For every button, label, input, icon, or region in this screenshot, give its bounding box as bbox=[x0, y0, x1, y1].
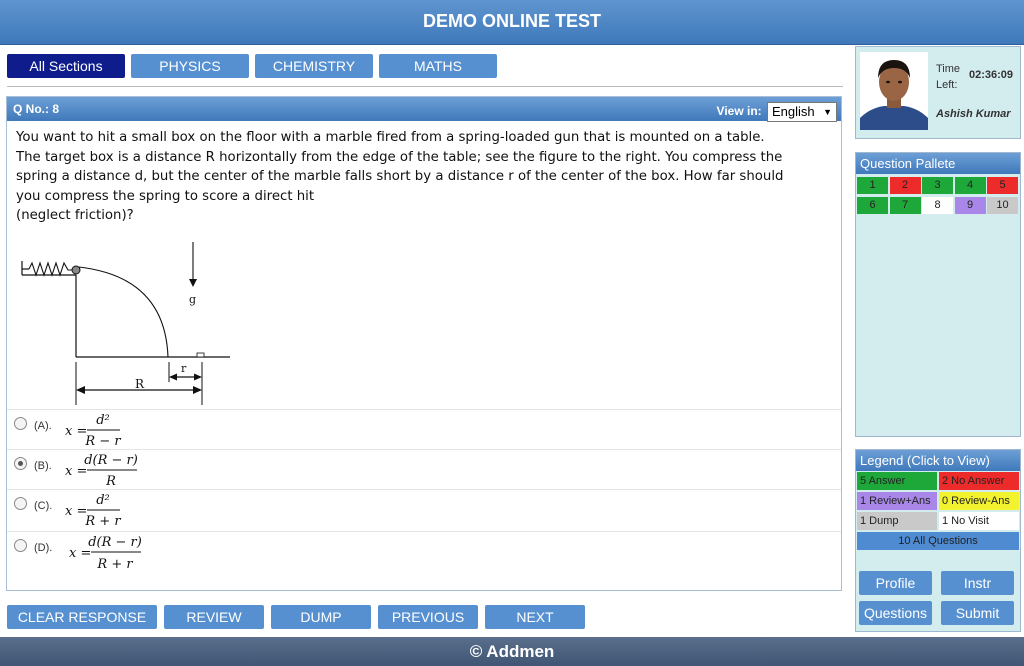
legend-panel: Legend (Click to View) 5 Answer 2 No Ans… bbox=[855, 449, 1021, 632]
tab-chemistry[interactable]: CHEMISTRY bbox=[255, 54, 373, 78]
palette-cell[interactable]: 1 bbox=[857, 177, 888, 194]
option-d-label: (D). bbox=[34, 542, 53, 554]
footer: © Addmen bbox=[0, 637, 1024, 666]
option-a-lhs: x = bbox=[65, 424, 87, 439]
palette-cell[interactable]: 8 bbox=[922, 197, 953, 214]
next-button[interactable]: NEXT bbox=[485, 605, 585, 629]
questions-button[interactable]: Questions bbox=[859, 601, 932, 625]
option-a-formula: x = d² R − r bbox=[65, 413, 121, 449]
palette-cell[interactable]: 2 bbox=[889, 177, 921, 194]
tab-divider bbox=[7, 86, 843, 87]
legend-review-ans[interactable]: 1 Review+Ans bbox=[857, 492, 937, 510]
instructions-button[interactable]: Instr bbox=[941, 571, 1014, 595]
option-c-radio[interactable] bbox=[14, 497, 27, 510]
palette-title: Question Pallete bbox=[856, 153, 1020, 174]
palette-cell[interactable]: 3 bbox=[922, 177, 953, 194]
figure-R-label: R bbox=[135, 377, 145, 391]
palette-cell[interactable]: 4 bbox=[954, 177, 986, 194]
dump-button[interactable]: DUMP bbox=[271, 605, 371, 629]
clear-response-button[interactable]: CLEAR RESPONSE bbox=[7, 605, 157, 629]
question-header: Q No.: 8 View in: English ▼ bbox=[7, 97, 841, 123]
option-b-label: (B). bbox=[34, 460, 52, 472]
palette-cell[interactable]: 10 bbox=[987, 197, 1018, 214]
time-left-label: Time Left: bbox=[936, 63, 961, 91]
time-left-value: 02:36:09 bbox=[969, 69, 1014, 81]
legend-dump[interactable]: 1 Dump bbox=[857, 512, 937, 530]
option-c-den: R + r bbox=[84, 514, 121, 529]
question-number: Q No.: 8 bbox=[13, 102, 60, 116]
view-in: View in: English ▼ bbox=[717, 99, 837, 123]
spring-icon bbox=[28, 261, 72, 277]
target-box bbox=[196, 352, 205, 358]
language-select[interactable]: English ▼ bbox=[767, 101, 837, 122]
profile-panel: Time Left: 02:36:09 Ashish Kumar bbox=[855, 46, 1021, 139]
option-d-den: R + r bbox=[96, 557, 133, 572]
arrow-down-icon bbox=[189, 279, 197, 287]
option-a[interactable]: (A). x = d² R − r bbox=[7, 409, 841, 450]
figure-g-label: g bbox=[189, 293, 196, 306]
palette-cell[interactable]: 9 bbox=[954, 197, 986, 214]
palette-cell[interactable]: 7 bbox=[889, 197, 921, 214]
option-c-lhs: x = bbox=[65, 504, 87, 519]
chevron-down-icon: ▼ bbox=[823, 106, 832, 117]
palette-cell[interactable]: 5 bbox=[987, 177, 1018, 194]
option-b-formula: x = d(R − r) R bbox=[65, 453, 138, 489]
legend-review-no-ans[interactable]: 0 Review-Ans bbox=[939, 492, 1019, 510]
legend-all-questions[interactable]: 10 All Questions bbox=[857, 532, 1019, 550]
option-d-num: d(R − r) bbox=[88, 535, 142, 550]
figure-r-label: r bbox=[181, 362, 187, 375]
question-panel: Q No.: 8 View in: English ▼ You want to … bbox=[6, 96, 842, 591]
option-b-den: R bbox=[105, 474, 116, 489]
option-c-formula: x = d² R + r bbox=[65, 493, 121, 529]
review-button[interactable]: REVIEW bbox=[164, 605, 264, 629]
page-title: DEMO ONLINE TEST bbox=[0, 0, 1024, 45]
option-b-radio[interactable] bbox=[14, 457, 27, 470]
view-in-label: View in: bbox=[716, 104, 762, 118]
previous-button[interactable]: PREVIOUS bbox=[378, 605, 478, 629]
language-value: English bbox=[772, 103, 815, 119]
user-name: Ashish Kumar bbox=[936, 108, 1011, 120]
avatar bbox=[860, 52, 928, 130]
option-d-formula: x = d(R − r) R + r bbox=[69, 535, 142, 572]
question-text: You want to hit a small box on the floor… bbox=[16, 128, 786, 226]
option-c-label: (C). bbox=[34, 500, 53, 512]
legend-title: Legend (Click to View) bbox=[856, 450, 1020, 471]
option-d[interactable]: (D). x = d(R − r) R + r bbox=[7, 531, 841, 576]
option-a-den: R − r bbox=[84, 434, 121, 449]
palette-cell[interactable]: 6 bbox=[857, 197, 888, 214]
option-d-radio[interactable] bbox=[14, 539, 27, 552]
question-body: You want to hit a small box on the floor… bbox=[16, 130, 784, 204]
tab-physics[interactable]: PHYSICS bbox=[131, 54, 249, 78]
profile-button[interactable]: Profile bbox=[859, 571, 932, 595]
trajectory bbox=[78, 266, 169, 358]
option-a-label: (A). bbox=[34, 420, 52, 432]
option-a-radio[interactable] bbox=[14, 417, 27, 430]
option-a-num: d² bbox=[96, 413, 110, 428]
option-b-num: d(R − r) bbox=[84, 453, 138, 468]
submit-button[interactable]: Submit bbox=[941, 601, 1014, 625]
option-b[interactable]: (B). x = d(R − r) R bbox=[7, 449, 841, 490]
option-c-num: d² bbox=[96, 493, 110, 508]
tab-all-sections[interactable]: All Sections bbox=[7, 54, 125, 78]
tab-maths[interactable]: MATHS bbox=[379, 54, 497, 78]
legend-no-answer[interactable]: 2 No Answer bbox=[939, 472, 1019, 490]
question-figure: g R r bbox=[21, 242, 230, 405]
question-palette: Question Pallete 1 2 3 4 5 6 7 8 9 10 bbox=[855, 152, 1021, 437]
option-c[interactable]: (C). x = d² R + r bbox=[7, 489, 841, 530]
legend-answer[interactable]: 5 Answer bbox=[857, 472, 937, 490]
legend-no-visit[interactable]: 1 No Visit bbox=[939, 512, 1019, 530]
question-body-2: (neglect friction)? bbox=[16, 208, 134, 223]
